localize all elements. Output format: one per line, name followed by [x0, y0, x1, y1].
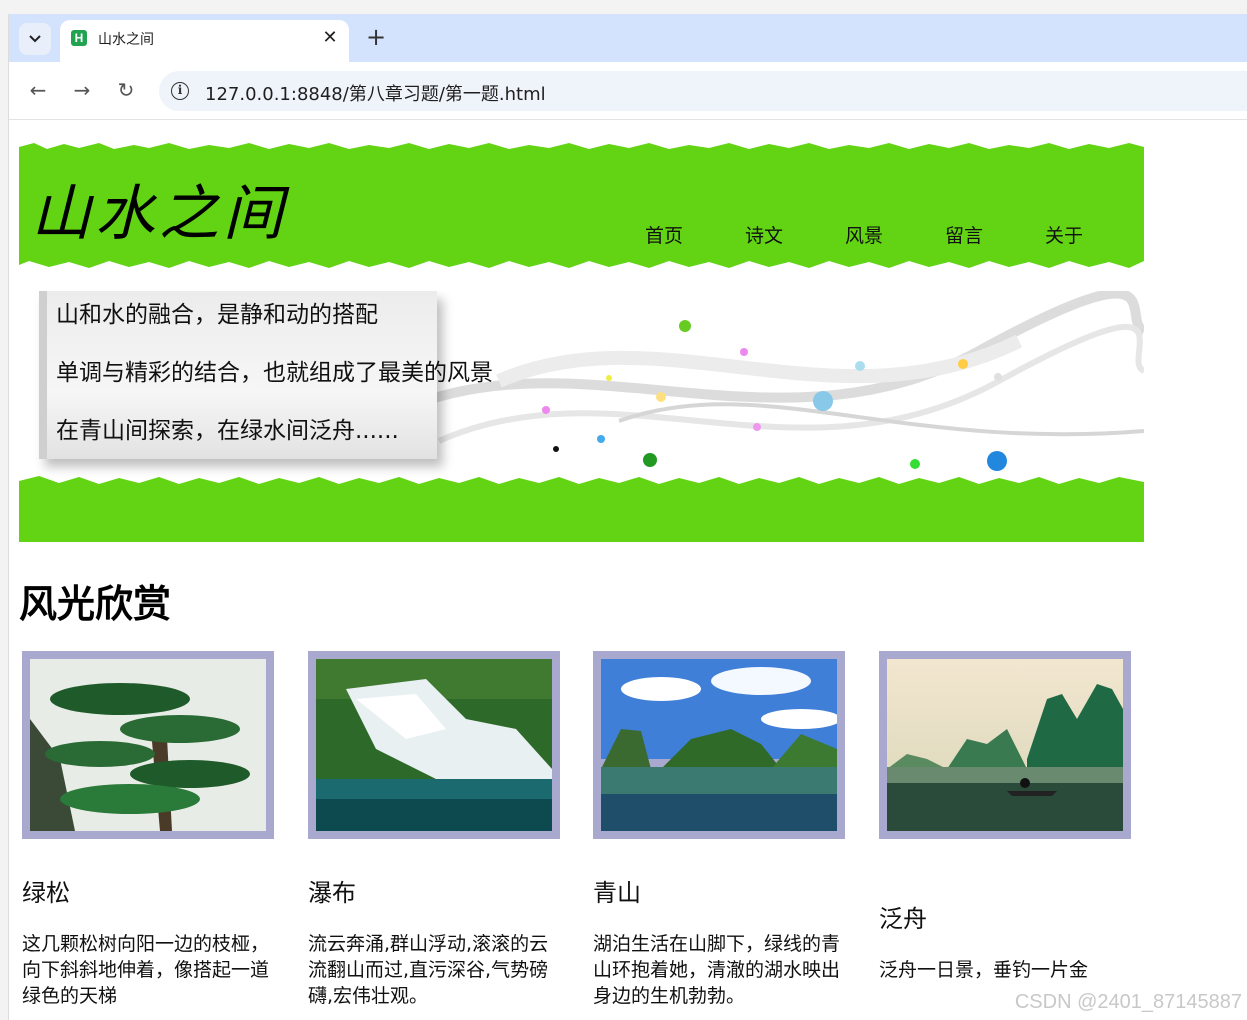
site-nav: 首页 诗文 风景 留言 关于: [619, 221, 1119, 248]
boating-photo: [887, 659, 1123, 831]
card-text: 流云奔涌,群山浮动,滚滚的云流翻山而过,直污深谷,气势磅礴,宏伟壮观。: [308, 933, 549, 1007]
site-info-icon[interactable]: i: [171, 82, 189, 100]
nav-item-messages[interactable]: 留言: [919, 221, 1019, 248]
card-pine: 绿松 这几颗松树向阳一边的枝桠，向下斜斜地伸着，像搭起一道绿色的天梯: [22, 651, 274, 1007]
back-arrow-icon[interactable]: ←: [25, 77, 51, 103]
photo-frame: [879, 651, 1131, 839]
card-boating: 泛舟 泛舟一日景，垂钓一片金: [879, 651, 1131, 981]
url-text[interactable]: 127.0.0.1:8848/第八章习题/第一题.html: [205, 80, 546, 106]
photo-frame: [22, 651, 274, 839]
card-text: 湖泊生活在山脚下，绿线的青山环抱着她，清澈的湖水映出身边的生机勃勃。: [593, 933, 841, 1007]
pine-tree-photo: [30, 659, 266, 831]
csdn-watermark: CSDN @2401_87145887: [1014, 991, 1242, 1013]
card-title: 绿松: [22, 879, 70, 907]
forward-arrow-icon[interactable]: →: [69, 77, 95, 103]
photo-frame: [593, 651, 845, 839]
tab-title: 山水之间: [98, 32, 154, 48]
web-page: 山水之间 首页 诗文 风景 留言 关于 山和水的融合，是静和动的搭配 单调与精彩…: [9, 121, 1247, 1020]
close-icon[interactable]: ✕: [319, 27, 341, 49]
card-green-hills: 青山 湖泊生活在山脚下，绿线的青山环抱着她，清澈的湖水映出身边的生机勃勃。: [593, 651, 845, 1007]
section-title: 风光欣赏: [19, 582, 172, 626]
new-tab-plus-icon[interactable]: +: [362, 23, 390, 51]
card-text: 泛舟一日景，垂钓一片金: [879, 959, 1089, 981]
banner-line-1: 山和水的融合，是静和动的搭配: [56, 302, 378, 328]
hero-banner: 山和水的融合，是静和动的搭配 单调与精彩的结合，也就组成了最美的风景 在青山间探…: [19, 291, 1144, 542]
scenery-cards: 绿松 这几颗松树向阳一边的枝桠，向下斜斜地伸着，像搭起一道绿色的天梯 瀑布 流云…: [22, 651, 1142, 1020]
site-header: 山水之间 首页 诗文 风景 留言 关于: [19, 143, 1144, 268]
nav-item-poems[interactable]: 诗文: [719, 221, 819, 248]
address-bar[interactable]: i 127.0.0.1:8848/第八章习题/第一题.html: [159, 71, 1247, 111]
card-text: 这几颗松树向阳一边的枝桠，向下斜斜地伸着，像搭起一道绿色的天梯: [22, 933, 270, 1007]
browser-window: H 山水之间 ✕ + ← → ↻ i 127.0.0.1:8848/第八章习题/…: [9, 14, 1247, 1020]
site-logo: 山水之间: [31, 179, 287, 249]
nav-item-about[interactable]: 关于: [1019, 221, 1119, 248]
banner-line-2: 单调与精彩的结合，也就组成了最美的风景: [56, 360, 493, 386]
chevron-down-icon: [29, 35, 41, 43]
nav-item-home[interactable]: 首页: [619, 221, 719, 248]
card-waterfall: 瀑布 流云奔涌,群山浮动,滚滚的云流翻山而过,直污深谷,气势磅礴,宏伟壮观。: [308, 651, 560, 1007]
active-tab[interactable]: H 山水之间 ✕: [60, 20, 349, 62]
card-title: 青山: [593, 879, 641, 907]
photo-frame: [308, 651, 560, 839]
tab-search-button[interactable]: [19, 23, 51, 55]
browser-toolbar: ← → ↻ i 127.0.0.1:8848/第八章习题/第一题.html: [9, 62, 1247, 120]
editor-menu-strip: [0, 0, 1247, 14]
waterfall-photo: [316, 659, 552, 831]
hbuilder-favicon-icon: H: [71, 30, 87, 46]
tab-strip: H 山水之间 ✕ +: [9, 14, 1247, 62]
card-title: 瀑布: [308, 879, 356, 907]
banner-line-3: 在青山间探索，在绿水间泛舟......: [56, 418, 399, 444]
editor-left-edge: [0, 14, 9, 1020]
reload-icon[interactable]: ↻: [113, 77, 139, 103]
card-title: 泛舟: [879, 905, 927, 933]
nav-item-scenery[interactable]: 风景: [819, 221, 919, 248]
green-hills-photo: [601, 659, 841, 831]
